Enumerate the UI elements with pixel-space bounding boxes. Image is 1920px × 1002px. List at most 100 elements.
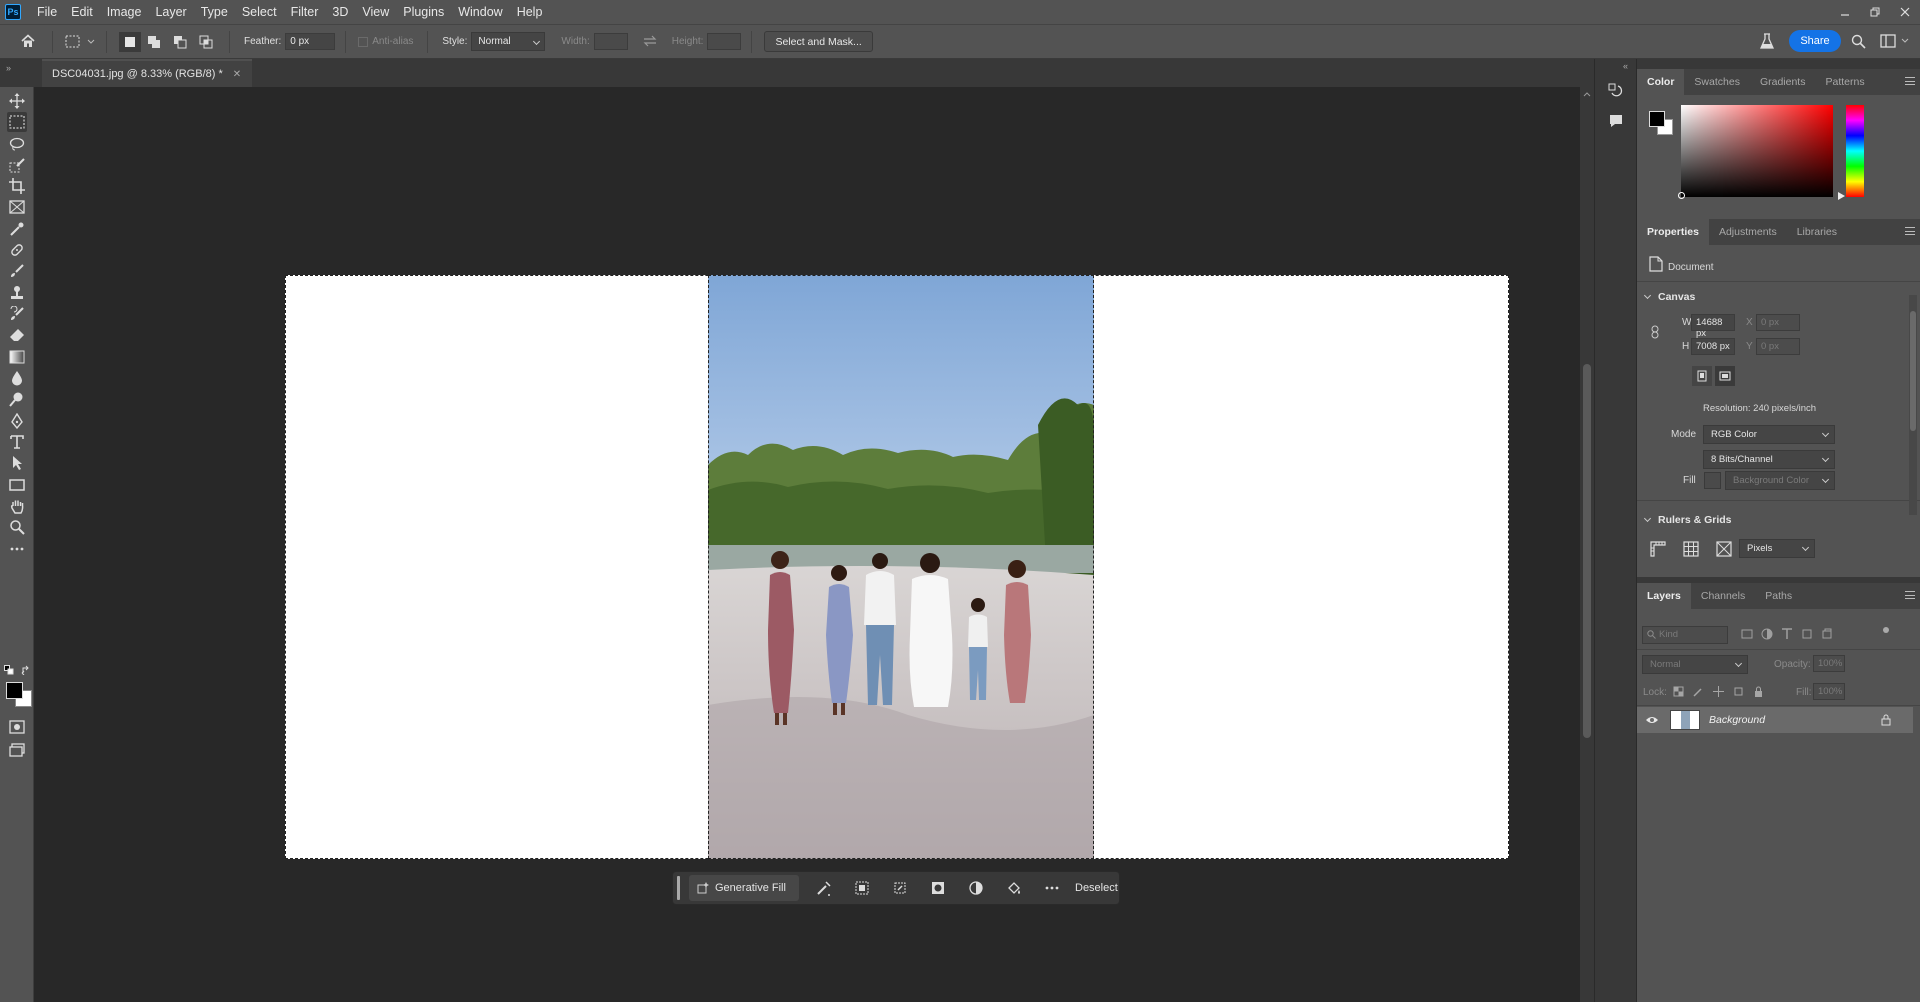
more-tools-icon[interactable]: [7, 539, 27, 559]
taskbar-grip-handle[interactable]: [677, 876, 680, 900]
menu-filter[interactable]: Filter: [284, 0, 326, 24]
tab-libraries[interactable]: Libraries: [1787, 219, 1847, 245]
height-input[interactable]: [707, 33, 742, 50]
canvas-y-input[interactable]: 0 px: [1756, 338, 1800, 355]
antialias-checkbox[interactable]: [358, 36, 369, 47]
quick-mask-icon[interactable]: [7, 717, 27, 737]
gradient-tool-icon[interactable]: [7, 347, 27, 367]
lasso-tool-icon[interactable]: [7, 134, 27, 154]
canvas-width-input[interactable]: 14688 px: [1691, 314, 1735, 339]
zoom-tool-icon[interactable]: [7, 517, 27, 537]
lock-options-icons[interactable]: [1673, 686, 1764, 697]
document-tab[interactable]: DSC04031.jpg @ 8.33% (RGB/8) * ✕: [42, 59, 252, 87]
adjustment-layer-icon[interactable]: [957, 875, 995, 901]
tab-swatches[interactable]: Swatches: [1684, 69, 1750, 95]
tab-adjustments[interactable]: Adjustments: [1709, 219, 1787, 245]
menu-3d[interactable]: 3D: [325, 0, 355, 24]
path-selection-tool-icon[interactable]: [7, 453, 27, 473]
intersect-selection-icon[interactable]: [193, 32, 219, 52]
select-and-mask-button[interactable]: Select and Mask...: [764, 31, 873, 52]
collapse-toolbar-icon[interactable]: »: [6, 63, 11, 73]
dodge-tool-icon[interactable]: [7, 389, 27, 409]
color-picker-handle[interactable]: [1678, 192, 1685, 199]
swap-colors-icon[interactable]: [21, 665, 31, 675]
color-panel-menu-icon[interactable]: [1905, 77, 1915, 85]
subtract-selection-icon[interactable]: [167, 32, 193, 52]
transform-selection-icon[interactable]: [881, 875, 919, 901]
new-selection-icon[interactable]: [119, 31, 141, 52]
eyedropper-tool-icon[interactable]: [7, 219, 27, 239]
opacity-input[interactable]: 100%: [1813, 655, 1845, 672]
tab-gradients[interactable]: Gradients: [1750, 69, 1816, 95]
tab-patterns[interactable]: Patterns: [1815, 69, 1874, 95]
ruler-icon[interactable]: [1648, 539, 1668, 559]
invert-selection-icon[interactable]: [843, 875, 881, 901]
tab-channels[interactable]: Channels: [1691, 583, 1755, 609]
menu-plugins[interactable]: Plugins: [396, 0, 451, 24]
guides-icon[interactable]: [1714, 539, 1734, 559]
vertical-scrollbar[interactable]: [1580, 87, 1594, 1002]
hue-slider-marker[interactable]: [1838, 192, 1846, 200]
layers-panel-menu-icon[interactable]: [1905, 591, 1915, 599]
marquee-preset-icon[interactable]: [65, 35, 96, 49]
tab-properties[interactable]: Properties: [1637, 219, 1709, 245]
type-tool-icon[interactable]: [7, 432, 27, 452]
layer-visibility-eye-icon[interactable]: [1645, 715, 1659, 725]
menu-file[interactable]: File: [30, 0, 64, 24]
search-icon[interactable]: [1851, 34, 1866, 49]
rectangle-tool-icon[interactable]: [7, 475, 27, 495]
scrollbar-thumb[interactable]: [1583, 364, 1591, 738]
menu-layer[interactable]: Layer: [148, 0, 193, 24]
modify-selection-icon[interactable]: [805, 875, 843, 901]
more-options-icon[interactable]: [1033, 875, 1071, 901]
panel-fg-swatch[interactable]: [1649, 111, 1665, 127]
layer-name[interactable]: Background: [1709, 714, 1765, 726]
pen-tool-icon[interactable]: [7, 411, 27, 431]
canvas-height-input[interactable]: 7008 px: [1691, 338, 1735, 355]
hue-slider[interactable]: [1846, 105, 1864, 197]
close-window-button[interactable]: [1890, 0, 1920, 24]
blur-tool-icon[interactable]: [7, 368, 27, 388]
layer-fill-input[interactable]: 100%: [1813, 683, 1845, 700]
workspace-icon[interactable]: [1880, 34, 1910, 48]
color-mode-select[interactable]: RGB Color: [1703, 425, 1835, 444]
crop-tool-icon[interactable]: [7, 176, 27, 196]
portrait-orientation-icon[interactable]: [1692, 366, 1712, 386]
menu-image[interactable]: Image: [100, 0, 149, 24]
photoshop-logo[interactable]: Ps: [5, 4, 21, 20]
tab-color[interactable]: Color: [1637, 69, 1685, 95]
style-select[interactable]: Normal: [471, 32, 546, 51]
properties-scrollbar[interactable]: [1909, 295, 1917, 515]
ruler-units-select[interactable]: Pixels: [1739, 539, 1815, 558]
add-selection-icon[interactable]: [141, 32, 167, 52]
hand-tool-icon[interactable]: [7, 496, 27, 516]
tab-paths[interactable]: Paths: [1755, 583, 1802, 609]
link-dimensions-icon[interactable]: [1651, 325, 1659, 339]
canvas-section-toggle[interactable]: Canvas: [1643, 291, 1695, 303]
beaker-icon[interactable]: [1759, 33, 1775, 50]
rulers-grids-toggle[interactable]: Rulers & Grids: [1643, 514, 1732, 526]
fill-selection-icon[interactable]: [995, 875, 1033, 901]
scroll-up-icon[interactable]: [1583, 91, 1591, 97]
foreground-color-swatch[interactable]: [6, 682, 23, 699]
rectangular-marquee-tool-icon[interactable]: [7, 112, 27, 132]
collapse-panels-icon[interactable]: «: [1623, 61, 1628, 71]
menu-type[interactable]: Type: [194, 0, 235, 24]
move-tool-icon[interactable]: [7, 91, 27, 111]
color-field-picker[interactable]: [1681, 105, 1833, 197]
history-brush-tool-icon[interactable]: [7, 304, 27, 324]
clone-stamp-tool-icon[interactable]: [7, 283, 27, 303]
feather-input[interactable]: 0 px: [285, 33, 336, 50]
menu-window[interactable]: Window: [451, 0, 509, 24]
brush-tool-icon[interactable]: [7, 261, 27, 281]
healing-brush-tool-icon[interactable]: [7, 240, 27, 260]
screen-mode-icon[interactable]: [7, 740, 27, 760]
create-mask-icon[interactable]: [919, 875, 957, 901]
bit-depth-select[interactable]: 8 Bits/Channel: [1703, 450, 1835, 469]
layer-kind-filter[interactable]: Kind: [1642, 626, 1728, 644]
layer-filter-icons[interactable]: [1741, 628, 1833, 640]
default-colors-icon[interactable]: [4, 665, 14, 675]
swap-dimensions-icon[interactable]: [642, 34, 658, 50]
menu-edit[interactable]: Edit: [64, 0, 100, 24]
tab-layers[interactable]: Layers: [1637, 583, 1691, 609]
